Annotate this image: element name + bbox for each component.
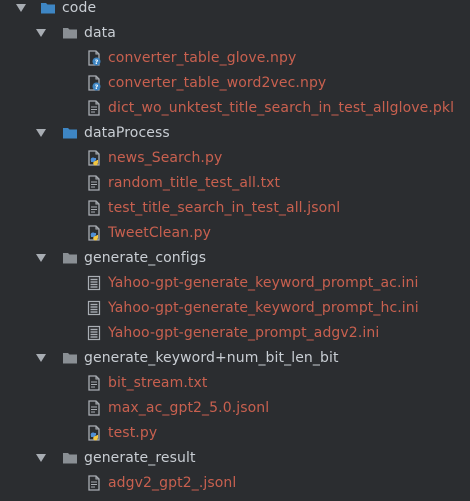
folder-label: generate_result	[84, 450, 196, 466]
tree-file-row[interactable]: Yahoo-gpt-generate_keyword_prompt_ac.ini	[0, 271, 470, 296]
tree-file-row[interactable]: adgv2_gpt2_.jsonl	[0, 471, 470, 496]
file-label: Yahoo-gpt-generate_keyword_prompt_ac.ini	[108, 275, 419, 291]
file-label: max_ac_gpt2_5.0.jsonl	[108, 400, 270, 416]
config-file-icon	[86, 325, 102, 341]
tree-file-row[interactable]: random_title_test_all.txt	[0, 171, 470, 196]
tree-file-row[interactable]: dict_wo_unktest_title_search_in_test_all…	[0, 96, 470, 121]
folder-label: generate_configs	[84, 250, 207, 266]
text-file-icon	[86, 200, 102, 216]
folder-label: data	[84, 25, 116, 41]
python-file-icon	[86, 425, 102, 441]
unknown-file-icon: ?	[86, 50, 102, 66]
text-file-icon	[86, 175, 102, 191]
text-file-icon	[86, 375, 102, 391]
tree-folder-row[interactable]: generate_result	[0, 446, 470, 471]
tree-folder-row[interactable]: code	[0, 0, 470, 21]
file-label: adgv2_gpt2_.jsonl	[108, 475, 237, 491]
file-label: converter_table_glove.npy	[108, 50, 297, 66]
tree-folder-row[interactable]: dataProcess	[0, 121, 470, 146]
file-label: TweetClean.py	[108, 225, 212, 241]
folder-icon	[62, 250, 78, 266]
tree-folder-row[interactable]: generate_keyword+num_bit_len_bit	[0, 346, 470, 371]
folder-icon	[62, 350, 78, 366]
tree-folder-row[interactable]: data	[0, 21, 470, 46]
file-label: bit_stream.txt	[108, 375, 208, 391]
tree-file-row[interactable]: test_title_search_in_test_all.jsonl	[0, 196, 470, 221]
file-label: test_title_search_in_test_all.jsonl	[108, 200, 341, 216]
python-file-icon	[86, 150, 102, 166]
tree-file-row[interactable]: news_Search.py	[0, 146, 470, 171]
expand-arrow-icon[interactable]	[36, 254, 46, 262]
tree-file-row[interactable]: bit_stream.txt	[0, 371, 470, 396]
file-label: dict_wo_unktest_title_search_in_test_all…	[108, 100, 455, 116]
tree-folder-row[interactable]: generate_configs	[0, 246, 470, 271]
file-label: converter_table_word2vec.npy	[108, 75, 327, 91]
folder-blue-icon	[62, 125, 78, 141]
text-file-icon	[86, 400, 102, 416]
text-file-icon	[86, 100, 102, 116]
tree-file-row[interactable]: test.py	[0, 421, 470, 446]
tree-file-row[interactable]: ? converter_table_glove.npy	[0, 46, 470, 71]
tree-file-row[interactable]: TweetClean.py	[0, 221, 470, 246]
config-file-icon	[86, 275, 102, 291]
unknown-file-icon: ?	[86, 75, 102, 91]
svg-text:?: ?	[95, 83, 99, 91]
python-file-icon	[86, 225, 102, 241]
tree-file-row[interactable]: Yahoo-gpt-generate_keyword_prompt_hc.ini	[0, 296, 470, 321]
folder-label: code	[62, 0, 97, 16]
expand-arrow-icon[interactable]	[36, 29, 46, 37]
tree-file-row[interactable]: max_ac_gpt2_5.0.jsonl	[0, 396, 470, 421]
folder-label: generate_keyword+num_bit_len_bit	[84, 350, 339, 366]
svg-text:?: ?	[95, 58, 99, 66]
tree-file-row[interactable]: ? converter_table_word2vec.npy	[0, 71, 470, 96]
tree-file-row[interactable]: Yahoo-gpt-generate_prompt_adgv2.ini	[0, 321, 470, 346]
expand-arrow-icon[interactable]	[16, 4, 26, 12]
file-label: news_Search.py	[108, 150, 223, 166]
folder-blue-icon	[40, 0, 56, 16]
folder-label: dataProcess	[84, 125, 170, 141]
expand-arrow-icon[interactable]	[36, 454, 46, 462]
config-file-icon	[86, 300, 102, 316]
file-label: test.py	[108, 425, 158, 441]
expand-arrow-icon[interactable]	[36, 129, 46, 137]
text-file-icon	[86, 475, 102, 491]
file-label: random_title_test_all.txt	[108, 175, 281, 191]
file-label: Yahoo-gpt-generate_prompt_adgv2.ini	[108, 325, 380, 341]
folder-icon	[62, 450, 78, 466]
file-label: Yahoo-gpt-generate_keyword_prompt_hc.ini	[108, 300, 419, 316]
folder-icon	[62, 25, 78, 41]
project-tree: code data? converter_table_glove.npy? conve…	[0, 0, 470, 501]
expand-arrow-icon[interactable]	[36, 354, 46, 362]
